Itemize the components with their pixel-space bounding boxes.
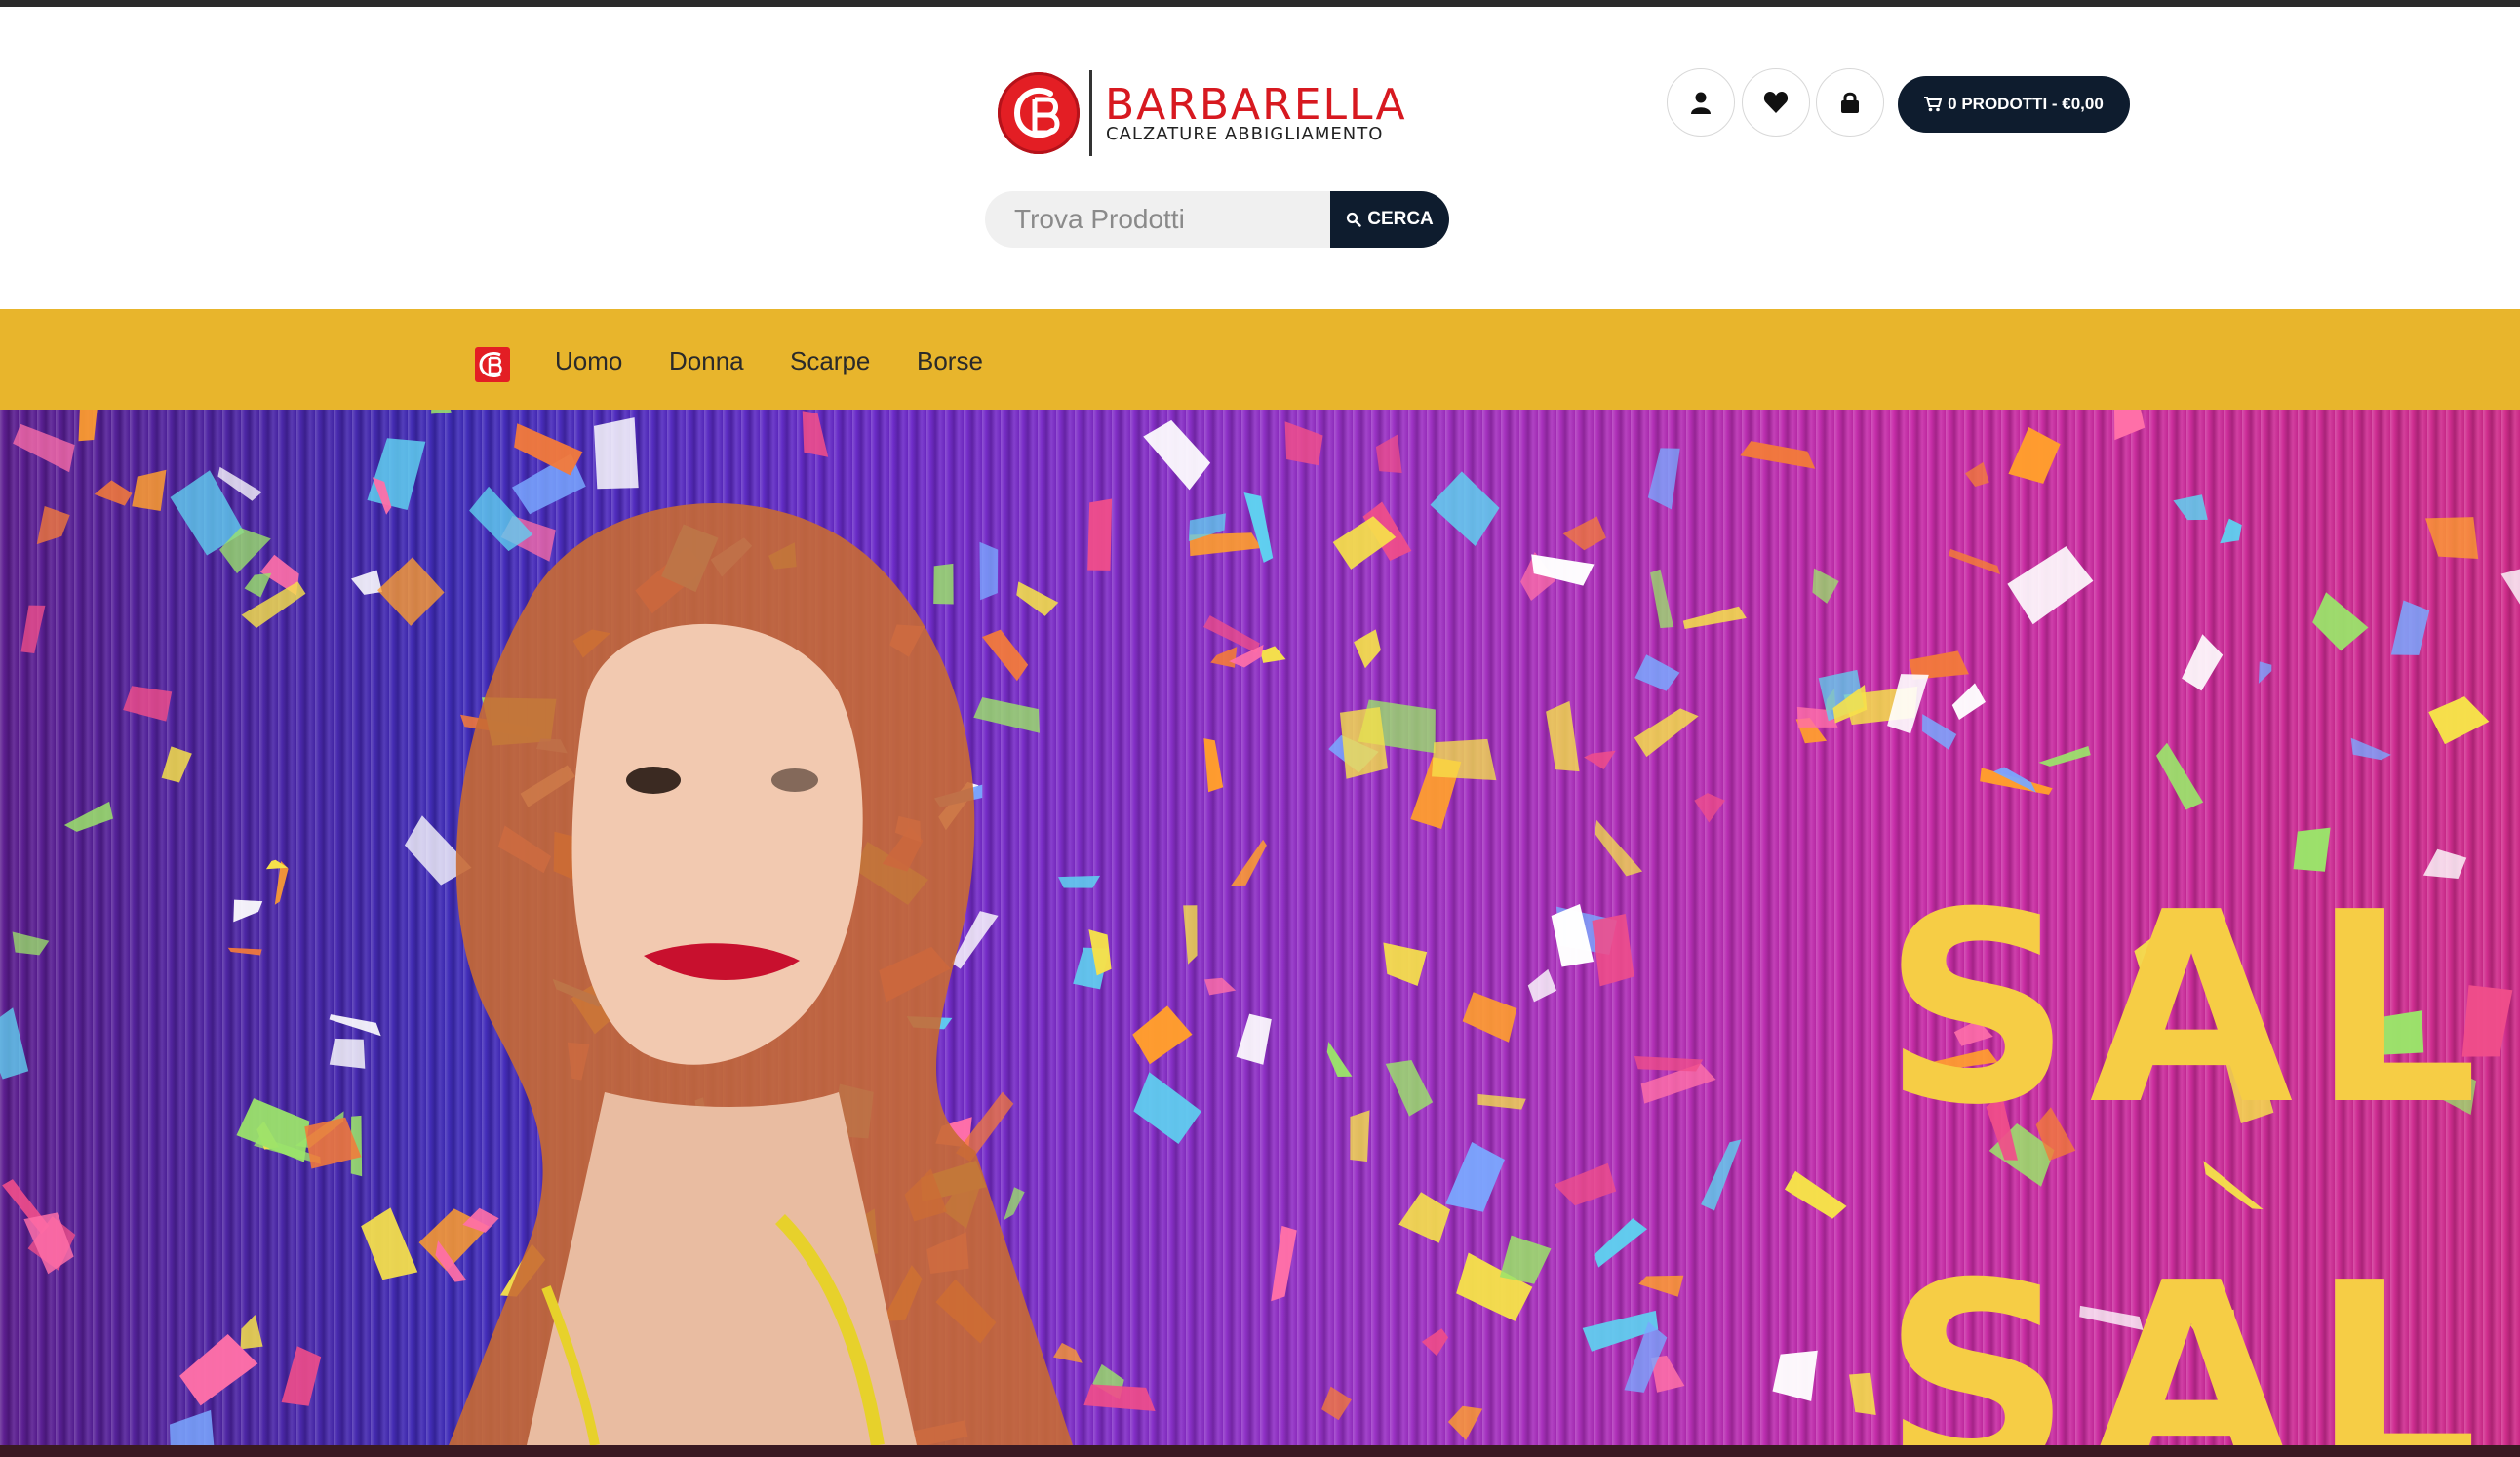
- confetti-piece: [1584, 750, 1616, 769]
- nav-item-uomo[interactable]: Uomo: [555, 346, 622, 375]
- confetti-piece: [1477, 1093, 1526, 1110]
- confetti-piece: [1965, 461, 1989, 488]
- hero-headline-line2: SAL: [1882, 1226, 2497, 1446]
- confetti-piece: [2008, 426, 2061, 484]
- confetti-piece: [123, 686, 173, 722]
- confetti-piece: [1849, 1372, 1876, 1415]
- bottom-strip: [0, 1445, 2520, 1457]
- confetti-piece: [1682, 606, 1747, 630]
- confetti-piece: [2038, 746, 2091, 767]
- confetti-piece: [1948, 548, 2001, 575]
- nav-item-borse[interactable]: Borse: [917, 346, 983, 375]
- confetti-piece: [132, 469, 167, 511]
- confetti-piece: [13, 423, 75, 473]
- confetti-piece: [2113, 410, 2146, 441]
- confetti-piece: [1951, 683, 1986, 720]
- confetti-piece: [1922, 714, 1957, 750]
- confetti-piece: [1527, 968, 1557, 1003]
- confetti-piece: [2220, 518, 2242, 544]
- nav-item-scarpe[interactable]: Scarpe: [790, 346, 870, 375]
- wishlist-button[interactable]: [1742, 68, 1810, 137]
- confetti-piece: [1740, 441, 1816, 469]
- confetti-piece: [1701, 1139, 1742, 1211]
- confetti-piece: [78, 410, 102, 442]
- confetti-piece: [1398, 1192, 1451, 1243]
- confetti-piece: [161, 746, 192, 783]
- confetti-piece: [1546, 700, 1580, 772]
- confetti-piece: [2173, 494, 2208, 521]
- cart-icon: [1924, 97, 1943, 112]
- confetti-piece: [1634, 1056, 1704, 1072]
- home-logo-icon[interactable]: [475, 347, 510, 382]
- confetti-piece: [1447, 1405, 1483, 1440]
- hero-model-photo: [449, 502, 1073, 1445]
- confetti-piece: [1772, 1350, 1818, 1401]
- brand-tagline: CALZATURE ABBIGLIAMENTO: [1106, 124, 1384, 144]
- confetti-piece: [1554, 1162, 1617, 1206]
- confetti-piece: [1385, 1060, 1434, 1117]
- confetti-piece: [2155, 742, 2204, 810]
- lock-icon: [1841, 92, 1859, 113]
- confetti-piece: [1694, 793, 1725, 823]
- hero-headline-line1: SAL: [1882, 855, 2497, 1162]
- confetti-piece: [1594, 1218, 1647, 1268]
- confetti-piece: [2428, 696, 2490, 745]
- confetti-piece: [1812, 568, 1839, 604]
- confetti-piece: [1430, 471, 1500, 546]
- brand-name: BARBARELLA: [1105, 80, 1407, 130]
- confetti-piece: [1784, 1170, 1847, 1219]
- user-icon: [1691, 92, 1711, 114]
- brand-logo[interactable]: BARBARELLA CALZATURE ABBIGLIAMENTO: [996, 68, 1405, 158]
- confetti-piece: [12, 931, 50, 956]
- confetti-piece: [2203, 1161, 2264, 1210]
- confetti-piece: [1650, 569, 1674, 629]
- confetti-piece: [1421, 1328, 1449, 1357]
- nav-item-donna[interactable]: Donna: [669, 346, 744, 375]
- confetti-piece: [1375, 434, 1402, 474]
- cart-button[interactable]: 0 PRODOTTI - €0,00: [1898, 76, 2130, 133]
- confetti-piece: [169, 1409, 217, 1445]
- search-button-label: CERCA: [1367, 209, 1434, 229]
- confetti-piece: [2350, 737, 2391, 761]
- confetti-piece: [20, 605, 46, 654]
- confetti-piece: [94, 480, 133, 506]
- logo-divider: [1089, 70, 1092, 156]
- confetti-piece: [2312, 592, 2369, 651]
- confetti-piece: [1634, 708, 1699, 758]
- search-icon: [1347, 212, 1361, 227]
- confetti-piece: [63, 801, 114, 832]
- confetti-piece: [1462, 992, 1517, 1043]
- confetti-piece: [2357, 410, 2397, 411]
- cart-label: 0 PRODOTTI - €0,00: [1948, 95, 2104, 113]
- logo-emblem-icon: [998, 72, 1080, 154]
- hero-banner[interactable]: SAL SAL: [0, 410, 2520, 1445]
- confetti-piece: [2425, 517, 2479, 560]
- login-button[interactable]: [1816, 68, 1884, 137]
- confetti-piece: [1350, 1110, 1370, 1162]
- confetti-piece: [2390, 600, 2430, 655]
- top-border: [0, 0, 2520, 7]
- confetti-piece: [1595, 819, 1643, 877]
- account-button[interactable]: [1667, 68, 1735, 137]
- confetti-piece: [1445, 1142, 1505, 1212]
- heart-icon: [1763, 92, 1789, 113]
- confetti-piece: [1326, 1042, 1353, 1078]
- confetti-piece: [2182, 634, 2224, 691]
- confetti-piece: [1321, 1386, 1352, 1421]
- confetti-piece: [1634, 654, 1680, 691]
- confetti-piece: [0, 1007, 29, 1080]
- confetti-piece: [36, 505, 70, 545]
- search-button[interactable]: CERCA: [1330, 191, 1449, 248]
- confetti-piece: [1562, 516, 1606, 551]
- confetti-piece: [2500, 569, 2520, 611]
- confetti-piece: [2007, 546, 2094, 625]
- main-nav: Uomo Donna Scarpe Borse: [0, 309, 2520, 410]
- confetti-piece: [2258, 661, 2272, 684]
- confetti-piece: [1354, 629, 1381, 669]
- confetti-piece: [1383, 942, 1428, 987]
- confetti-piece: [1647, 448, 1680, 510]
- confetti-piece: [1638, 1275, 1684, 1297]
- search-input[interactable]: [985, 191, 1330, 248]
